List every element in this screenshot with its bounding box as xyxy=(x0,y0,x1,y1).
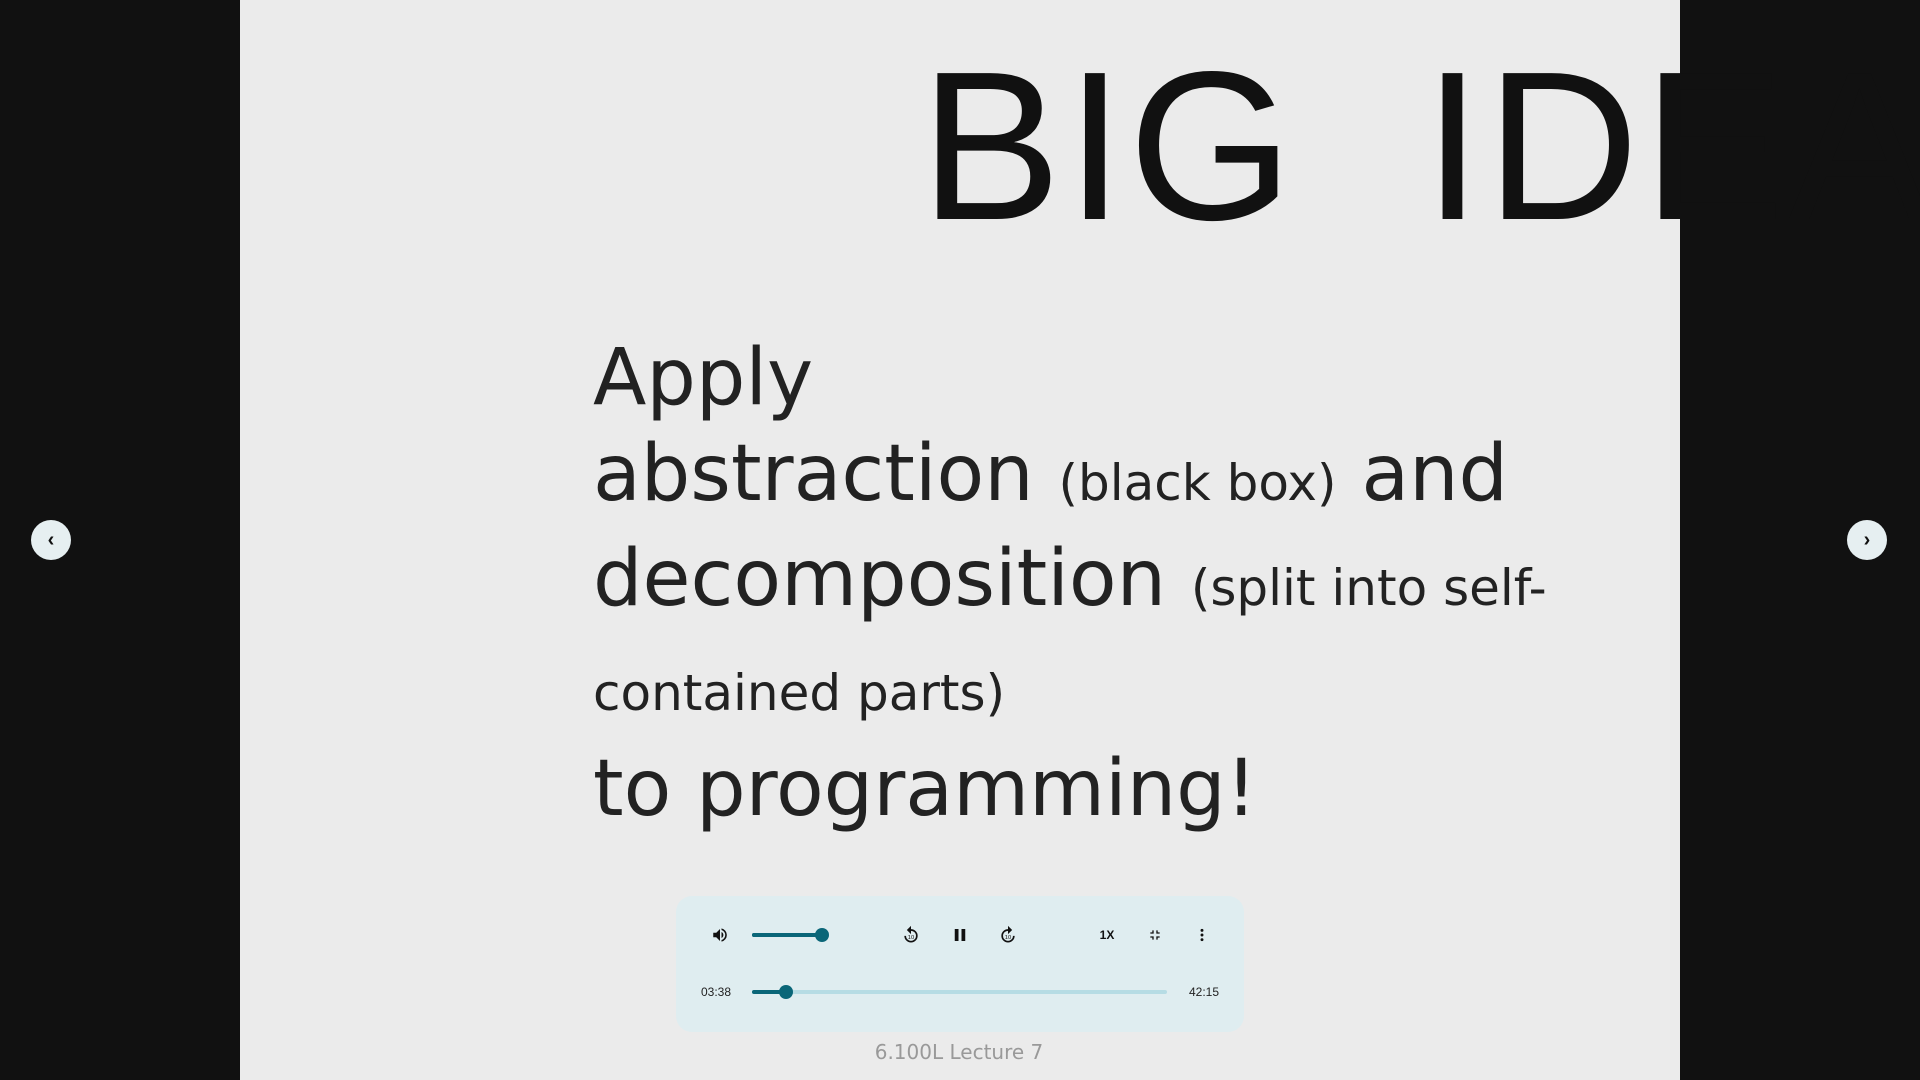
slide-body: Apply abstraction (black box) and decomp… xyxy=(593,330,1680,837)
next-button[interactable]: › xyxy=(1847,520,1887,560)
line-text: decomposition xyxy=(593,534,1167,624)
volume-button[interactable] xyxy=(711,926,729,944)
pause-button[interactable] xyxy=(951,926,969,944)
volume-fill xyxy=(752,933,822,937)
rewind-10-button[interactable]: 10 xyxy=(901,925,921,945)
volume-icon xyxy=(713,928,727,942)
line-text: to programming! xyxy=(593,744,1257,834)
slide-line: decomposition (split into self-contained… xyxy=(593,531,1680,741)
slide-title: BIG IDEA xyxy=(920,27,1920,264)
forward-10-icon: 10 xyxy=(1001,925,1015,943)
line-note: (black box) xyxy=(1058,454,1337,512)
duration: 42:15 xyxy=(1188,985,1220,999)
lecture-title: 6.100L Lecture 7 xyxy=(874,1040,1044,1064)
fullscreen-exit-icon xyxy=(1150,930,1160,940)
playback-speed-button[interactable]: 1X xyxy=(1100,928,1115,942)
more-options-button[interactable] xyxy=(1194,926,1210,944)
svg-text:10: 10 xyxy=(1005,935,1012,941)
replay-10-icon: 10 xyxy=(904,925,918,943)
more-vertical-icon xyxy=(1200,928,1204,942)
line-text: and xyxy=(1361,429,1509,519)
seek-thumb[interactable] xyxy=(779,985,794,999)
line-text: abstraction xyxy=(593,429,1034,519)
seek-bar[interactable] xyxy=(752,985,1167,999)
current-time: 03:38 xyxy=(700,985,732,999)
volume-thumb[interactable] xyxy=(815,928,829,942)
slide-line: Apply xyxy=(593,330,1680,426)
svg-text:10: 10 xyxy=(908,935,915,941)
slide-line: abstraction (black box) and xyxy=(593,426,1680,531)
chevron-right-icon: › xyxy=(1863,528,1871,551)
forward-10-button[interactable]: 10 xyxy=(998,925,1018,945)
player-controls: 10 10 1X 03:38 42:15 xyxy=(676,896,1244,1032)
line-text: Apply xyxy=(593,333,814,423)
chevron-left-icon: ‹ xyxy=(47,528,55,551)
previous-button[interactable]: ‹ xyxy=(31,520,71,560)
exit-fullscreen-button[interactable] xyxy=(1147,927,1163,943)
volume-slider[interactable] xyxy=(752,928,829,942)
pause-icon xyxy=(954,929,966,941)
slide-line: to programming! xyxy=(593,741,1680,837)
